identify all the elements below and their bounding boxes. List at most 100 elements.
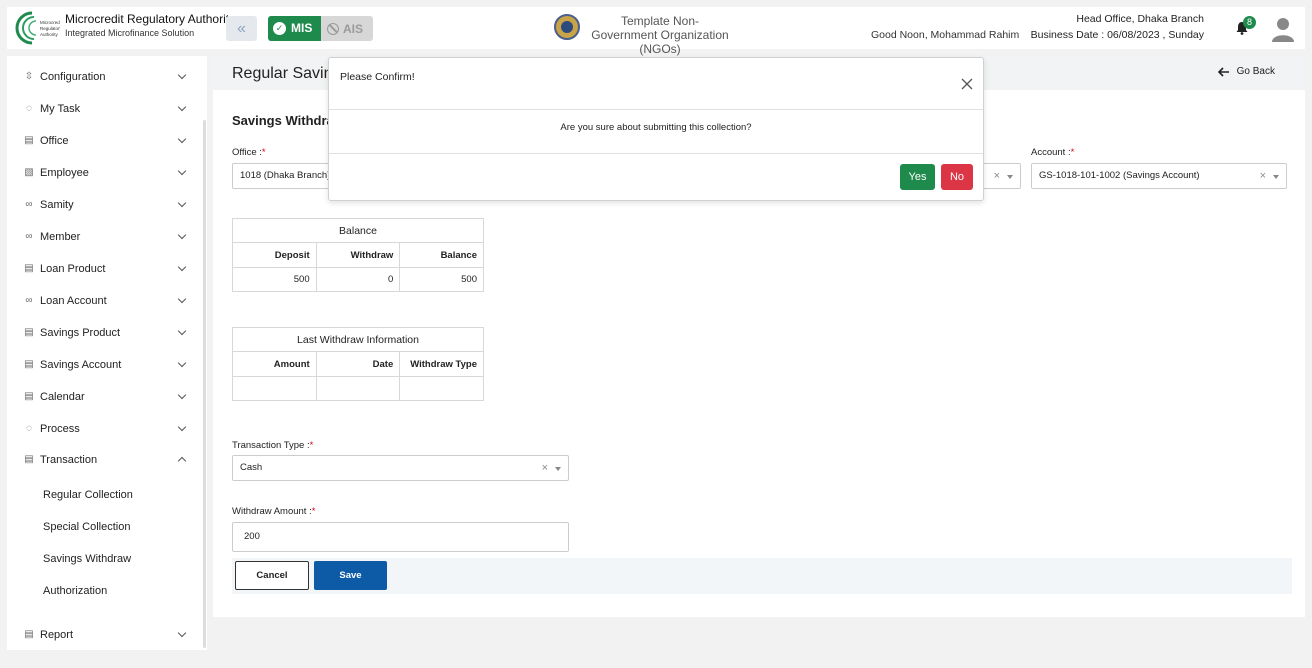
yes-button[interactable]: Yes (900, 164, 935, 190)
chevron-down-icon (177, 628, 187, 638)
chevron-down-icon (177, 358, 187, 368)
no-button[interactable]: No (941, 164, 973, 190)
org-name: Template Non-Government Organization (NG… (591, 14, 729, 56)
sidebar-item-label: Savings Product (40, 327, 121, 339)
table-header: Date (315, 351, 401, 377)
go-back-button[interactable]: Go Back (1217, 66, 1275, 77)
building-icon: ▤ (24, 629, 34, 640)
sidebar-item-label: Savings Account (40, 359, 122, 371)
modal-message: Are you sure about submitting this colle… (560, 122, 752, 133)
sidebar-item-transaction[interactable]: ▤ Transaction (7, 448, 197, 472)
clear-icon[interactable]: × (1260, 164, 1266, 188)
sidebar-item-loan-account[interactable]: ∞ Loan Account (7, 289, 197, 313)
confirm-modal: Please Confirm! Are you sure about submi… (328, 57, 984, 201)
spinner-icon: ◌ (26, 423, 32, 434)
users-icon: ∞ (25, 231, 33, 242)
go-back-label: Go Back (1236, 66, 1275, 77)
form-action-bar (232, 558, 1292, 594)
sidebar-item-loan-product[interactable]: ▤ Loan Product (7, 257, 197, 281)
sidebar-item-member[interactable]: ∞ Member (7, 225, 197, 249)
sidebar-item-configuration[interactable]: ⇳ Configuration (7, 65, 197, 89)
sidebar-subitem-savings-withdraw[interactable]: Savings Withdraw (43, 553, 131, 565)
save-button[interactable]: Save (314, 561, 387, 590)
building-icon: ▤ (24, 454, 34, 465)
chevron-down-icon (177, 422, 187, 432)
ais-toggle-button[interactable]: AIS (321, 16, 373, 41)
id-card-icon: ▧ (24, 167, 34, 178)
required-mark: * (1070, 147, 1075, 158)
spinner-icon: ◌ (26, 103, 32, 114)
chevron-up-icon (177, 456, 187, 466)
sidebar-item-calendar[interactable]: ▤ Calendar (7, 385, 197, 409)
balance-table-caption: Balance (232, 218, 484, 243)
sidebar-item-label: Member (40, 231, 81, 243)
office-label: Office :* (232, 147, 266, 158)
deposit-value: 500 (232, 267, 317, 292)
org-emblem-icon (554, 14, 580, 40)
sidebar-item-label: Samity (40, 199, 74, 211)
branch-name: Head Office, Dhaka Branch (1076, 13, 1204, 25)
ais-label: AIS (343, 21, 364, 36)
sidebar-item-label: Employee (40, 167, 89, 179)
sidebar-subitem-special-collection[interactable]: Special Collection (43, 521, 130, 533)
group-icon: ∞ (25, 199, 33, 210)
mis-toggle-button[interactable]: ✓ MIS (268, 16, 321, 41)
sidebar-item-process[interactable]: ◌ Process (7, 417, 197, 441)
last-withdraw-table-caption: Last Withdraw Information (232, 327, 484, 352)
sidebar-item-employee[interactable]: ▧ Employee (7, 161, 197, 185)
chevron-down-icon (177, 294, 187, 304)
withdraw-value: 0 (315, 267, 401, 292)
sliders-icon: ⇳ (24, 71, 34, 82)
last-withdraw-table: Last Withdraw Information Amount Date Wi… (232, 327, 484, 401)
chevron-down-icon (177, 262, 187, 272)
sidebar-item-label: Calendar (40, 391, 85, 403)
cancel-button[interactable]: Cancel (235, 561, 309, 590)
chevron-down-icon (177, 326, 187, 336)
sidebar-item-report[interactable]: ▤ Report (7, 623, 197, 647)
caret-down-icon (1007, 175, 1013, 179)
account-label: Account :* (1031, 147, 1074, 158)
check-circle-icon: ✓ (273, 22, 286, 35)
brand-title: Microcredit Regulatory Authority (65, 12, 236, 26)
sidebar-item-samity[interactable]: ∞ Samity (7, 193, 197, 217)
page-title: Regular Savin (232, 65, 333, 82)
collapse-sidebar-button[interactable]: « (226, 16, 257, 41)
chevron-down-icon (177, 198, 187, 208)
transaction-type-select[interactable]: Cash × (232, 455, 569, 481)
account-select-value: GS-1018-101-1002 (Savings Account) (1039, 170, 1200, 181)
modal-divider (329, 153, 983, 154)
chevron-down-icon (177, 230, 187, 240)
mis-label: MIS (291, 21, 313, 35)
office-label-text: Office : (232, 147, 262, 158)
withdraw-amount-label: Withdraw Amount :* (232, 506, 315, 517)
sidebar-subitem-authorization[interactable]: Authorization (43, 585, 107, 597)
building-icon: ▤ (24, 391, 34, 402)
clear-icon[interactable]: × (994, 164, 1000, 188)
sidebar-item-office[interactable]: ▤ Office (7, 129, 197, 153)
withdraw-amount-input[interactable]: 200 (232, 522, 569, 552)
sidebar-item-my-task[interactable]: ◌ My Task (7, 97, 197, 121)
transaction-type-value: Cash (240, 462, 263, 473)
table-header: Withdraw (315, 242, 401, 268)
table-header: Deposit (232, 242, 317, 268)
clear-icon[interactable]: × (542, 456, 548, 480)
required-mark: * (261, 147, 266, 158)
svg-text:Microcredit: Microcredit (40, 20, 60, 25)
sidebar-item-label: My Task (40, 103, 81, 115)
sidebar-scrollbar[interactable] (203, 120, 206, 648)
account-select[interactable]: GS-1018-101-1002 (Savings Account) × (1031, 163, 1287, 189)
sidebar-item-label: Configuration (40, 71, 106, 83)
building-icon: ▤ (24, 327, 34, 338)
user-avatar-icon[interactable] (1271, 16, 1295, 42)
chevron-down-icon (177, 390, 187, 400)
close-icon[interactable] (960, 77, 974, 91)
table-header: Amount (232, 351, 317, 377)
chevron-down-icon (177, 166, 187, 176)
sidebar-item-savings-product[interactable]: ▤ Savings Product (7, 321, 197, 345)
table-header: Withdraw Type (399, 351, 484, 377)
office-select-value: 1018 (Dhaka Branch) (240, 170, 331, 181)
sidebar-item-savings-account[interactable]: ▤ Savings Account (7, 353, 197, 377)
sidebar-subitem-regular-collection[interactable]: Regular Collection (43, 489, 133, 501)
svg-text:Regulatory: Regulatory (40, 26, 60, 31)
section-title: Savings Withdra (232, 113, 334, 128)
